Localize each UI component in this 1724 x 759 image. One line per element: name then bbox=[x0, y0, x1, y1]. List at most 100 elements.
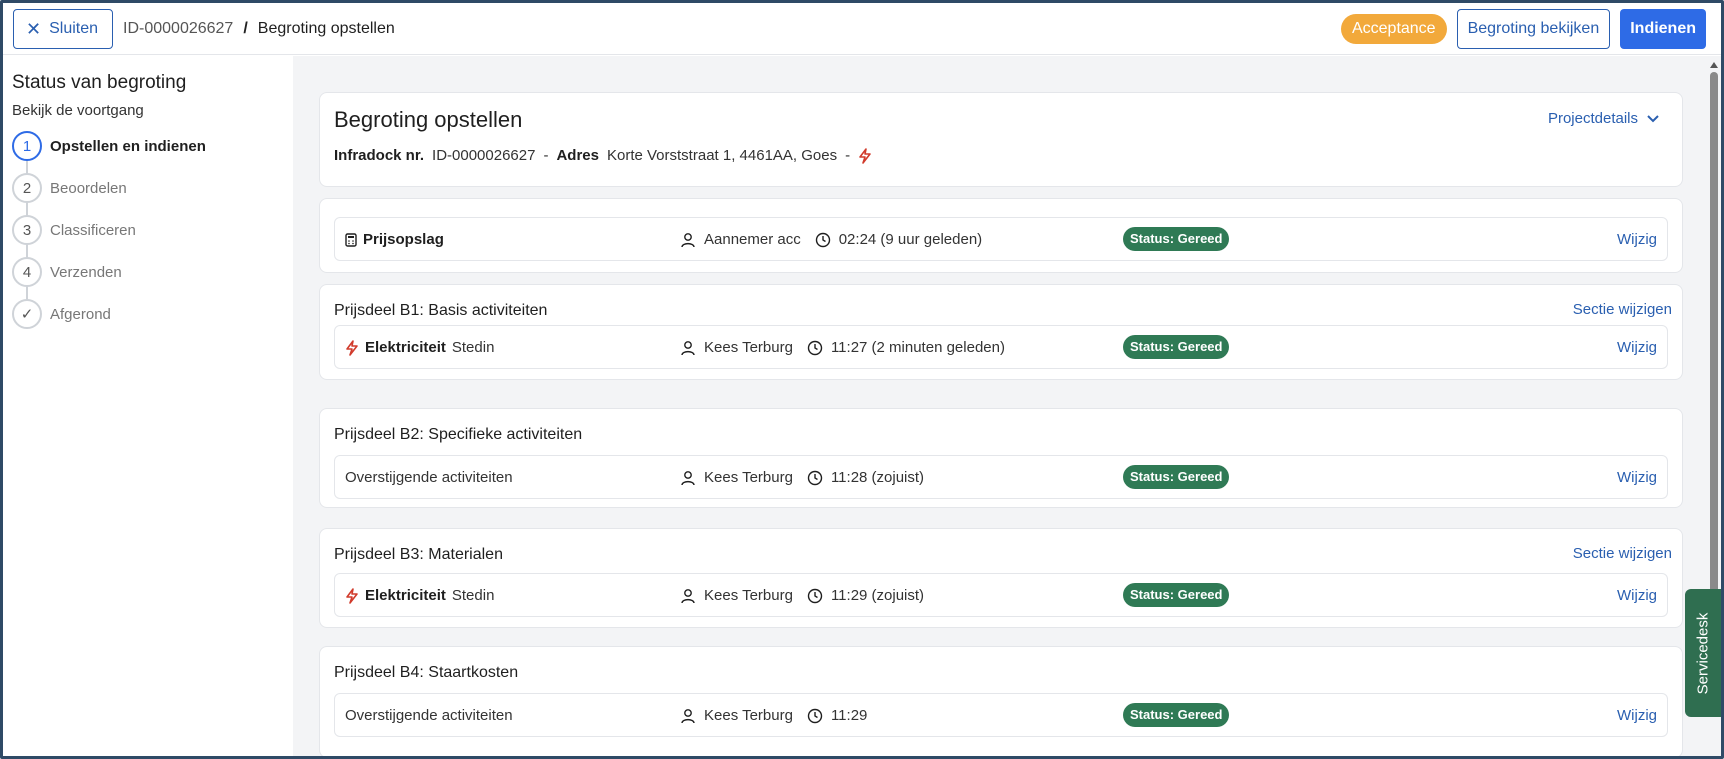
meta-separator: - bbox=[543, 147, 549, 165]
edit-link[interactable]: Wijzig bbox=[1617, 339, 1657, 356]
check-icon: ✓ bbox=[12, 299, 42, 329]
breadcrumb-separator: / bbox=[243, 19, 248, 37]
section-b3-card: Prijsdeel B3: Materialen Sectie wijzigen… bbox=[319, 528, 1683, 628]
step-label: Classificeren bbox=[50, 221, 136, 239]
view-budget-button[interactable]: Begroting bekijken bbox=[1456, 8, 1611, 49]
step-number: 2 bbox=[12, 173, 42, 203]
project-details-toggle[interactable]: Projectdetails bbox=[1548, 110, 1660, 127]
clock-icon bbox=[807, 468, 823, 485]
servicedesk-tab[interactable]: Servicedesk bbox=[1685, 589, 1721, 717]
row-time: 02:24 (9 uur geleden) bbox=[838, 230, 983, 248]
project-details-label: Projectdetails bbox=[1547, 110, 1638, 127]
row-time: 11:27 (2 minuten geleden) bbox=[830, 338, 1005, 356]
progress-steps: 1 Opstellen en indienen 2 Beoordelen 3 C… bbox=[12, 125, 293, 335]
address-label: Adres bbox=[556, 147, 599, 165]
row-user: Kees Terburg bbox=[704, 586, 793, 604]
status-badge: Status: Gereed bbox=[1123, 465, 1230, 489]
row-user: Kees Terburg bbox=[704, 706, 793, 724]
breadcrumb: ID-0000026627 / Begroting opstellen bbox=[123, 20, 395, 38]
section-title: Prijsdeel B4: Staartkosten bbox=[334, 664, 519, 681]
step-label: Verzenden bbox=[50, 263, 122, 281]
step-3: 3 Classificeren bbox=[12, 209, 293, 251]
clock-icon bbox=[807, 706, 823, 723]
step-label: Opstellen en indienen bbox=[50, 137, 206, 155]
user-icon bbox=[680, 338, 696, 355]
row-title: Overstijgende activiteiten bbox=[345, 468, 513, 486]
calculator-icon bbox=[345, 231, 357, 248]
edit-link[interactable]: Wijzig bbox=[1617, 469, 1657, 486]
step-label: Afgerond bbox=[50, 305, 111, 323]
status-badge: Status: Gereed bbox=[1123, 583, 1230, 607]
section-title: Prijsdeel B2: Specifieke activiteiten bbox=[334, 426, 583, 443]
lightning-icon bbox=[345, 586, 359, 604]
breadcrumb-id: ID-0000026627 bbox=[123, 19, 234, 37]
section-row: Elektriciteit Stedin Kees Terburg 11:29 … bbox=[334, 573, 1668, 617]
row-title: Prijsopslag bbox=[363, 230, 444, 248]
row-user: Kees Terburg bbox=[704, 468, 793, 486]
row-discipline: Elektriciteit bbox=[365, 586, 446, 604]
app-window: ✕ Sluiten ID-0000026627 / Begroting opst… bbox=[0, 0, 1724, 759]
step-number: 4 bbox=[12, 257, 42, 287]
section-title: Prijsdeel B3: Materialen bbox=[334, 546, 503, 563]
section-b1-card: Prijsdeel B1: Basis activiteiten Sectie … bbox=[319, 284, 1683, 380]
lightning-icon bbox=[345, 338, 359, 356]
scroll-up-icon[interactable] bbox=[1710, 62, 1718, 68]
edit-section-link[interactable]: Sectie wijzigen bbox=[1573, 301, 1672, 318]
user-icon bbox=[680, 586, 696, 603]
step-5: ✓ Afgerond bbox=[12, 293, 293, 335]
step-2: 2 Beoordelen bbox=[12, 167, 293, 209]
row-operator: Stedin bbox=[451, 586, 495, 604]
chevron-down-icon bbox=[1646, 110, 1660, 127]
edit-section-link[interactable]: Sectie wijzigen bbox=[1573, 545, 1672, 562]
status-badge: Status: Gereed bbox=[1123, 335, 1230, 359]
step-number: 1 bbox=[12, 131, 42, 161]
section-row: Overstijgende activiteiten Kees Terburg … bbox=[334, 455, 1668, 499]
page-title: Begroting opstellen bbox=[334, 107, 523, 132]
main-content: Begroting opstellen Infradock nr. ID-000… bbox=[293, 56, 1721, 756]
section-row: Elektriciteit Stedin Kees Terburg 11:27 … bbox=[334, 325, 1668, 369]
infradock-label: Infradock nr. bbox=[334, 147, 425, 165]
infradock-value: ID-0000026627 bbox=[432, 147, 536, 165]
status-badge: Status: Gereed bbox=[1123, 227, 1230, 251]
submit-button[interactable]: Indienen bbox=[1620, 8, 1706, 49]
top-bar: ✕ Sluiten ID-0000026627 / Begroting opst… bbox=[3, 3, 1721, 55]
clock-icon bbox=[807, 338, 823, 355]
price-markup-row: Prijsopslag Aannemer acc 02:24 (9 uur ge… bbox=[334, 217, 1668, 261]
row-time: 11:29 bbox=[830, 706, 868, 724]
user-icon bbox=[680, 706, 696, 723]
close-button[interactable]: ✕ Sluiten bbox=[13, 8, 114, 49]
meta-separator: - bbox=[845, 147, 851, 165]
row-user: Kees Terburg bbox=[704, 338, 793, 356]
edit-link[interactable]: Wijzig bbox=[1617, 587, 1657, 604]
lightning-icon bbox=[858, 147, 872, 164]
row-operator: Stedin bbox=[451, 338, 495, 356]
row-user: Aannemer acc bbox=[704, 230, 801, 248]
row-title: Overstijgende activiteiten bbox=[345, 706, 513, 724]
sidebar: Status van begroting Bekijk de voortgang… bbox=[3, 56, 293, 756]
servicedesk-label: Servicedesk bbox=[1694, 612, 1712, 694]
close-icon: ✕ bbox=[26, 18, 42, 39]
environment-badge: Acceptance bbox=[1340, 13, 1447, 44]
project-meta: Infradock nr. ID-0000026627 - Adres Kort… bbox=[334, 147, 1668, 164]
step-label: Beoordelen bbox=[50, 179, 127, 197]
section-b4-card: Prijsdeel B4: Staartkosten Overstijgende… bbox=[319, 646, 1683, 756]
step-1: 1 Opstellen en indienen bbox=[12, 125, 293, 167]
edit-link[interactable]: Wijzig bbox=[1617, 707, 1657, 724]
clock-icon bbox=[815, 230, 831, 247]
close-label: Sluiten bbox=[49, 19, 99, 37]
address-value: Korte Vorststraat 1, 4461AA, Goes bbox=[606, 147, 838, 165]
price-markup-card: Prijsopslag Aannemer acc 02:24 (9 uur ge… bbox=[319, 198, 1683, 273]
edit-link[interactable]: Wijzig bbox=[1617, 231, 1657, 248]
user-icon bbox=[680, 230, 696, 247]
step-number: 3 bbox=[12, 215, 42, 245]
section-title: Prijsdeel B1: Basis activiteiten bbox=[334, 302, 548, 319]
clock-icon bbox=[807, 586, 823, 603]
sidebar-title: Status van begroting bbox=[12, 72, 187, 93]
top-actions: Acceptance Begroting bekijken Indienen bbox=[1340, 8, 1711, 49]
status-badge: Status: Gereed bbox=[1123, 703, 1230, 727]
section-row: Overstijgende activiteiten Kees Terburg … bbox=[334, 693, 1668, 737]
row-time: 11:28 (zojuist) bbox=[830, 468, 925, 486]
row-time: 11:29 (zojuist) bbox=[830, 586, 925, 604]
step-4: 4 Verzenden bbox=[12, 251, 293, 293]
budget-header-card: Begroting opstellen Infradock nr. ID-000… bbox=[319, 92, 1683, 187]
